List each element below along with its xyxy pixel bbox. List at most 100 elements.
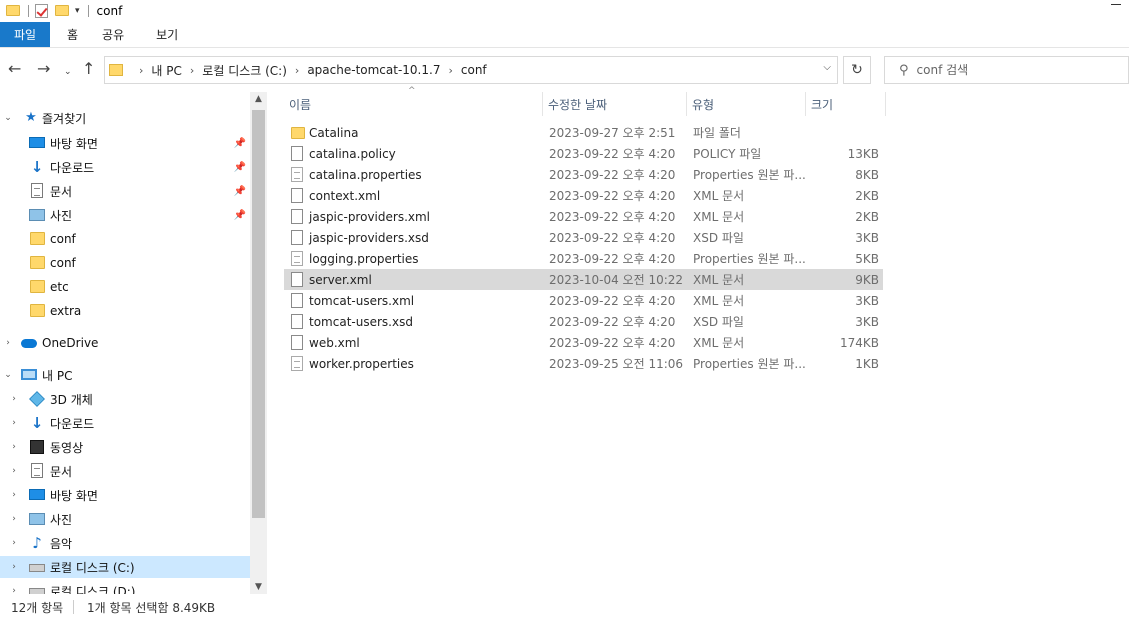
file-row[interactable]: server.xml 2023-10-04 오전 10:22 XML 문서 9KB — [284, 269, 883, 290]
chevron-right-icon[interactable]: › — [9, 418, 19, 428]
chevron-right-icon[interactable]: › — [9, 466, 19, 476]
sidebar-item-videos[interactable]: › 동영상 — [0, 436, 250, 458]
file-size: 13KB — [847, 146, 879, 161]
title-bar: ▾ conf — [0, 0, 1129, 22]
sidebar-item-quick-access[interactable]: ⌄ ★ 즐겨찾기 — [0, 107, 250, 129]
search-input[interactable] — [916, 63, 1117, 77]
file-name: jaspic-providers.xsd — [309, 230, 429, 245]
file-row[interactable]: catalina.policy 2023-09-22 오후 4:20 POLICY … — [284, 143, 883, 164]
back-arrow-icon[interactable]: ← — [8, 61, 21, 77]
breadcrumb-apache-tomcat[interactable]: apache-tomcat-10.1.7 — [307, 63, 440, 77]
sidebar-item-local-disk-c[interactable]: › 로컬 디스크 (C:) — [0, 556, 250, 578]
chevron-right-icon[interactable]: › — [9, 442, 19, 452]
sidebar-item-etc[interactable]: etc — [0, 276, 250, 298]
scroll-up-icon[interactable]: ▲ — [250, 94, 267, 104]
quick-access-dropdown-icon[interactable]: ▾ — [75, 6, 80, 16]
sidebar-item-pictures[interactable]: 사진 📌 — [0, 204, 250, 226]
column-header-size[interactable]: 크기 — [806, 92, 886, 116]
breadcrumb-this-pc[interactable]: 내 PC — [151, 62, 181, 79]
chevron-right-icon[interactable]: › — [9, 514, 19, 524]
minimize-icon[interactable] — [1111, 4, 1121, 5]
sidebar-item-this-pc[interactable]: ⌄ 내 PC — [0, 364, 250, 386]
breadcrumb-local-disk-c[interactable]: 로컬 디스크 (C:) — [202, 62, 287, 79]
sidebar-item-documents-pc[interactable]: › 문서 — [0, 460, 250, 482]
sidebar-item-documents[interactable]: 문서 📌 — [0, 180, 250, 202]
file-row[interactable]: jaspic-providers.xml 2023-09-22 오후 4:20 XM… — [284, 206, 883, 227]
tab-home[interactable]: 홈 — [50, 22, 92, 47]
file-icon — [291, 230, 303, 245]
file-name: catalina.properties — [309, 167, 422, 182]
file-type: XML 문서 — [693, 189, 745, 203]
column-header-date[interactable]: 수정한 날짜 — [543, 92, 687, 116]
sidebar-item-desktop-pc[interactable]: › 바탕 화면 — [0, 484, 250, 506]
sidebar-item-music[interactable]: › ♪ 음악 — [0, 532, 250, 554]
chevron-right-icon[interactable]: › — [448, 64, 452, 77]
sidebar-item-pictures-pc[interactable]: › 사진 — [0, 508, 250, 530]
navigation-pane-scrollbar[interactable]: ▲ ▼ — [250, 92, 267, 594]
chevron-right-icon[interactable]: › — [9, 490, 19, 500]
file-row[interactable]: worker.properties 2023-09-25 오전 11:06 Prop… — [284, 353, 883, 374]
sidebar-item-downloads-pc[interactable]: › ↓ 다운로드 — [0, 412, 250, 434]
forward-arrow-icon[interactable]: → — [37, 61, 50, 77]
column-header-type[interactable]: 유형 — [687, 92, 806, 116]
up-arrow-icon[interactable]: ↑ — [82, 61, 95, 77]
chevron-down-icon[interactable]: ⌄ — [3, 113, 13, 123]
file-icon — [291, 209, 303, 224]
sidebar-item-label: 사진 — [50, 512, 73, 527]
file-row[interactable]: catalina.properties 2023-09-22 오후 4:20 Pro… — [284, 164, 883, 185]
scrollbar-thumb[interactable] — [252, 110, 265, 518]
file-name: Catalina — [309, 125, 359, 140]
sidebar-item-desktop[interactable]: 바탕 화면 📌 — [0, 132, 250, 154]
chevron-down-icon[interactable]: ⌵ — [823, 62, 831, 73]
sidebar-item-conf[interactable]: conf — [0, 228, 250, 250]
column-header-name[interactable]: 이름 — [284, 92, 543, 116]
properties-check-icon[interactable] — [35, 4, 49, 18]
separator — [28, 5, 29, 17]
chevron-right-icon[interactable]: › — [9, 586, 19, 594]
sidebar-item-extra[interactable]: extra — [0, 300, 250, 322]
ribbon-tabs: 파일 홈 공유 보기 — [0, 22, 1129, 48]
refresh-button[interactable]: ↻ — [843, 56, 871, 84]
chevron-right-icon[interactable]: › — [9, 538, 19, 548]
chevron-right-icon[interactable]: › — [190, 64, 194, 77]
scroll-down-icon[interactable]: ▼ — [250, 582, 267, 592]
chevron-right-icon[interactable]: › — [3, 338, 13, 348]
chevron-right-icon[interactable]: › — [9, 394, 19, 404]
file-name: worker.properties — [309, 356, 414, 371]
chevron-right-icon[interactable]: › — [9, 562, 19, 572]
file-type: XML 문서 — [693, 210, 745, 224]
file-type: XSD 파일 — [693, 231, 744, 245]
picture-icon — [29, 209, 45, 221]
new-folder-icon[interactable] — [55, 4, 69, 18]
file-row[interactable]: Catalina 2023-09-27 오후 2:51 파일 폴더 — [284, 122, 883, 143]
tab-view[interactable]: 보기 — [138, 22, 192, 47]
file-type: Properties 원본 파... — [693, 252, 806, 266]
file-icon — [291, 188, 303, 203]
search-box[interactable]: ⚲ — [884, 56, 1129, 84]
sidebar-item-local-disk-d[interactable]: › 로컬 디스크 (D:) — [0, 580, 250, 594]
file-row[interactable]: web.xml 2023-09-22 오후 4:20 XML 문서 174KB — [284, 332, 883, 353]
folder-icon — [109, 64, 123, 76]
file-date: 2023-09-22 오후 4:20 — [549, 168, 676, 182]
tab-file[interactable]: 파일 — [0, 22, 50, 47]
sidebar-item-label: 바탕 화면 — [50, 136, 98, 151]
recent-locations-chevron-icon[interactable]: ⌄ — [64, 64, 72, 80]
sidebar-item-conf-2[interactable]: conf — [0, 252, 250, 274]
file-row[interactable]: tomcat-users.xsd 2023-09-22 오후 4:20 XSD 파일… — [284, 311, 883, 332]
sidebar-item-downloads[interactable]: ↓ 다운로드 📌 — [0, 156, 250, 178]
file-row[interactable]: jaspic-providers.xsd 2023-09-22 오후 4:20 XS… — [284, 227, 883, 248]
sidebar-item-label: 로컬 디스크 (C:) — [50, 560, 135, 575]
address-bar[interactable]: › 내 PC › 로컬 디스크 (C:) › apache-tomcat-10.… — [104, 56, 838, 84]
navigation-pane: ⌄ ★ 즐겨찾기 바탕 화면 📌 ↓ 다운로드 📌 문서 📌 사진 📌 conf… — [0, 92, 250, 594]
sidebar-item-3d-objects[interactable]: › 3D 개체 — [0, 388, 250, 410]
file-row[interactable]: tomcat-users.xml 2023-09-22 오후 4:20 XML 문서… — [284, 290, 883, 311]
chevron-down-icon[interactable]: ⌄ — [3, 370, 13, 380]
chevron-right-icon[interactable]: › — [139, 64, 143, 77]
file-row[interactable]: logging.properties 2023-09-22 오후 4:20 Prop… — [284, 248, 883, 269]
tab-share[interactable]: 공유 — [92, 22, 138, 47]
sidebar-item-onedrive[interactable]: › OneDrive — [0, 332, 250, 354]
file-row[interactable]: context.xml 2023-09-22 오후 4:20 XML 문서 2KB — [284, 185, 883, 206]
breadcrumb-conf[interactable]: conf — [461, 63, 487, 77]
chevron-right-icon[interactable]: › — [295, 64, 299, 77]
file-size: 8KB — [855, 167, 879, 182]
